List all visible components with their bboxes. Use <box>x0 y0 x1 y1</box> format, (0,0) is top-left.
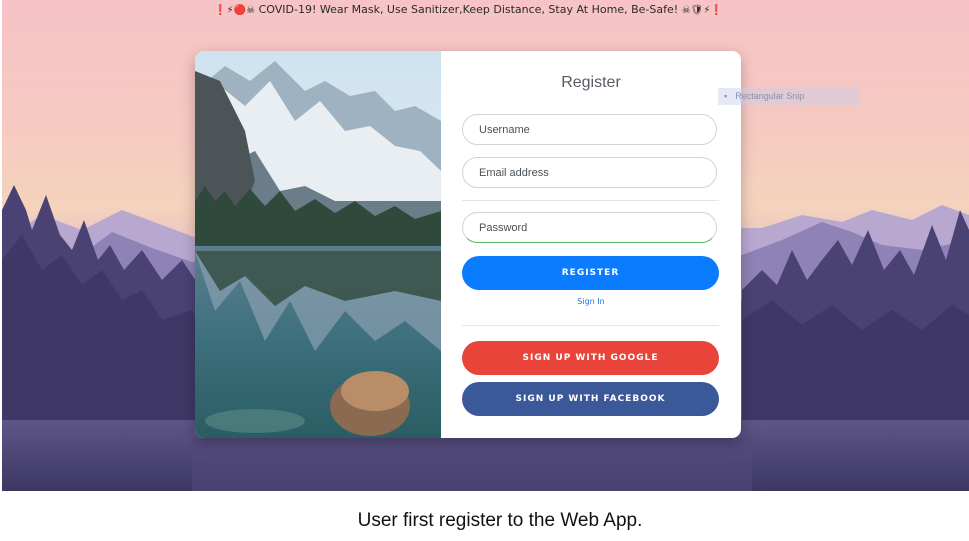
register-button[interactable]: REGISTER <box>462 256 719 290</box>
shield-icons: ☠🛡⚡❗ <box>681 5 723 16</box>
rectangular-snip-overlay[interactable]: ▪ Rectangular Snip <box>718 88 860 105</box>
google-signup-button[interactable]: SIGN UP WITH GOOGLE <box>462 341 719 375</box>
form-divider <box>462 200 719 201</box>
email-input[interactable] <box>462 157 717 188</box>
username-input[interactable] <box>462 114 717 145</box>
social-divider <box>462 325 719 326</box>
covid-banner: ❗⚡🔴☠ COVID-19! Wear Mask, Use Sanitizer,… <box>2 3 935 16</box>
facebook-signup-button[interactable]: SIGN UP WITH FACEBOOK <box>462 382 719 416</box>
figure-caption: User first register to the Web App. <box>357 510 643 531</box>
banner-text: COVID-19! Wear Mask, Use Sanitizer,Keep … <box>258 3 679 16</box>
screenshot-figure: ❗⚡🔴☠ COVID-19! Wear Mask, Use Sanitizer,… <box>0 0 969 541</box>
form-title: Register <box>561 74 621 91</box>
register-form: Register REGISTER Sign In SIGN UP WITH G… <box>441 51 741 438</box>
password-input[interactable] <box>462 212 717 243</box>
register-card: Register REGISTER Sign In SIGN UP WITH G… <box>195 51 741 438</box>
sign-in-link[interactable]: Sign In <box>441 297 741 306</box>
snip-label: Rectangular Snip <box>735 91 805 101</box>
warning-icons: ❗⚡🔴☠ <box>214 5 256 16</box>
snip-icon: ▪ <box>724 91 728 101</box>
lake-photo <box>195 51 441 438</box>
browser-viewport: ❗⚡🔴☠ COVID-19! Wear Mask, Use Sanitizer,… <box>2 0 969 491</box>
